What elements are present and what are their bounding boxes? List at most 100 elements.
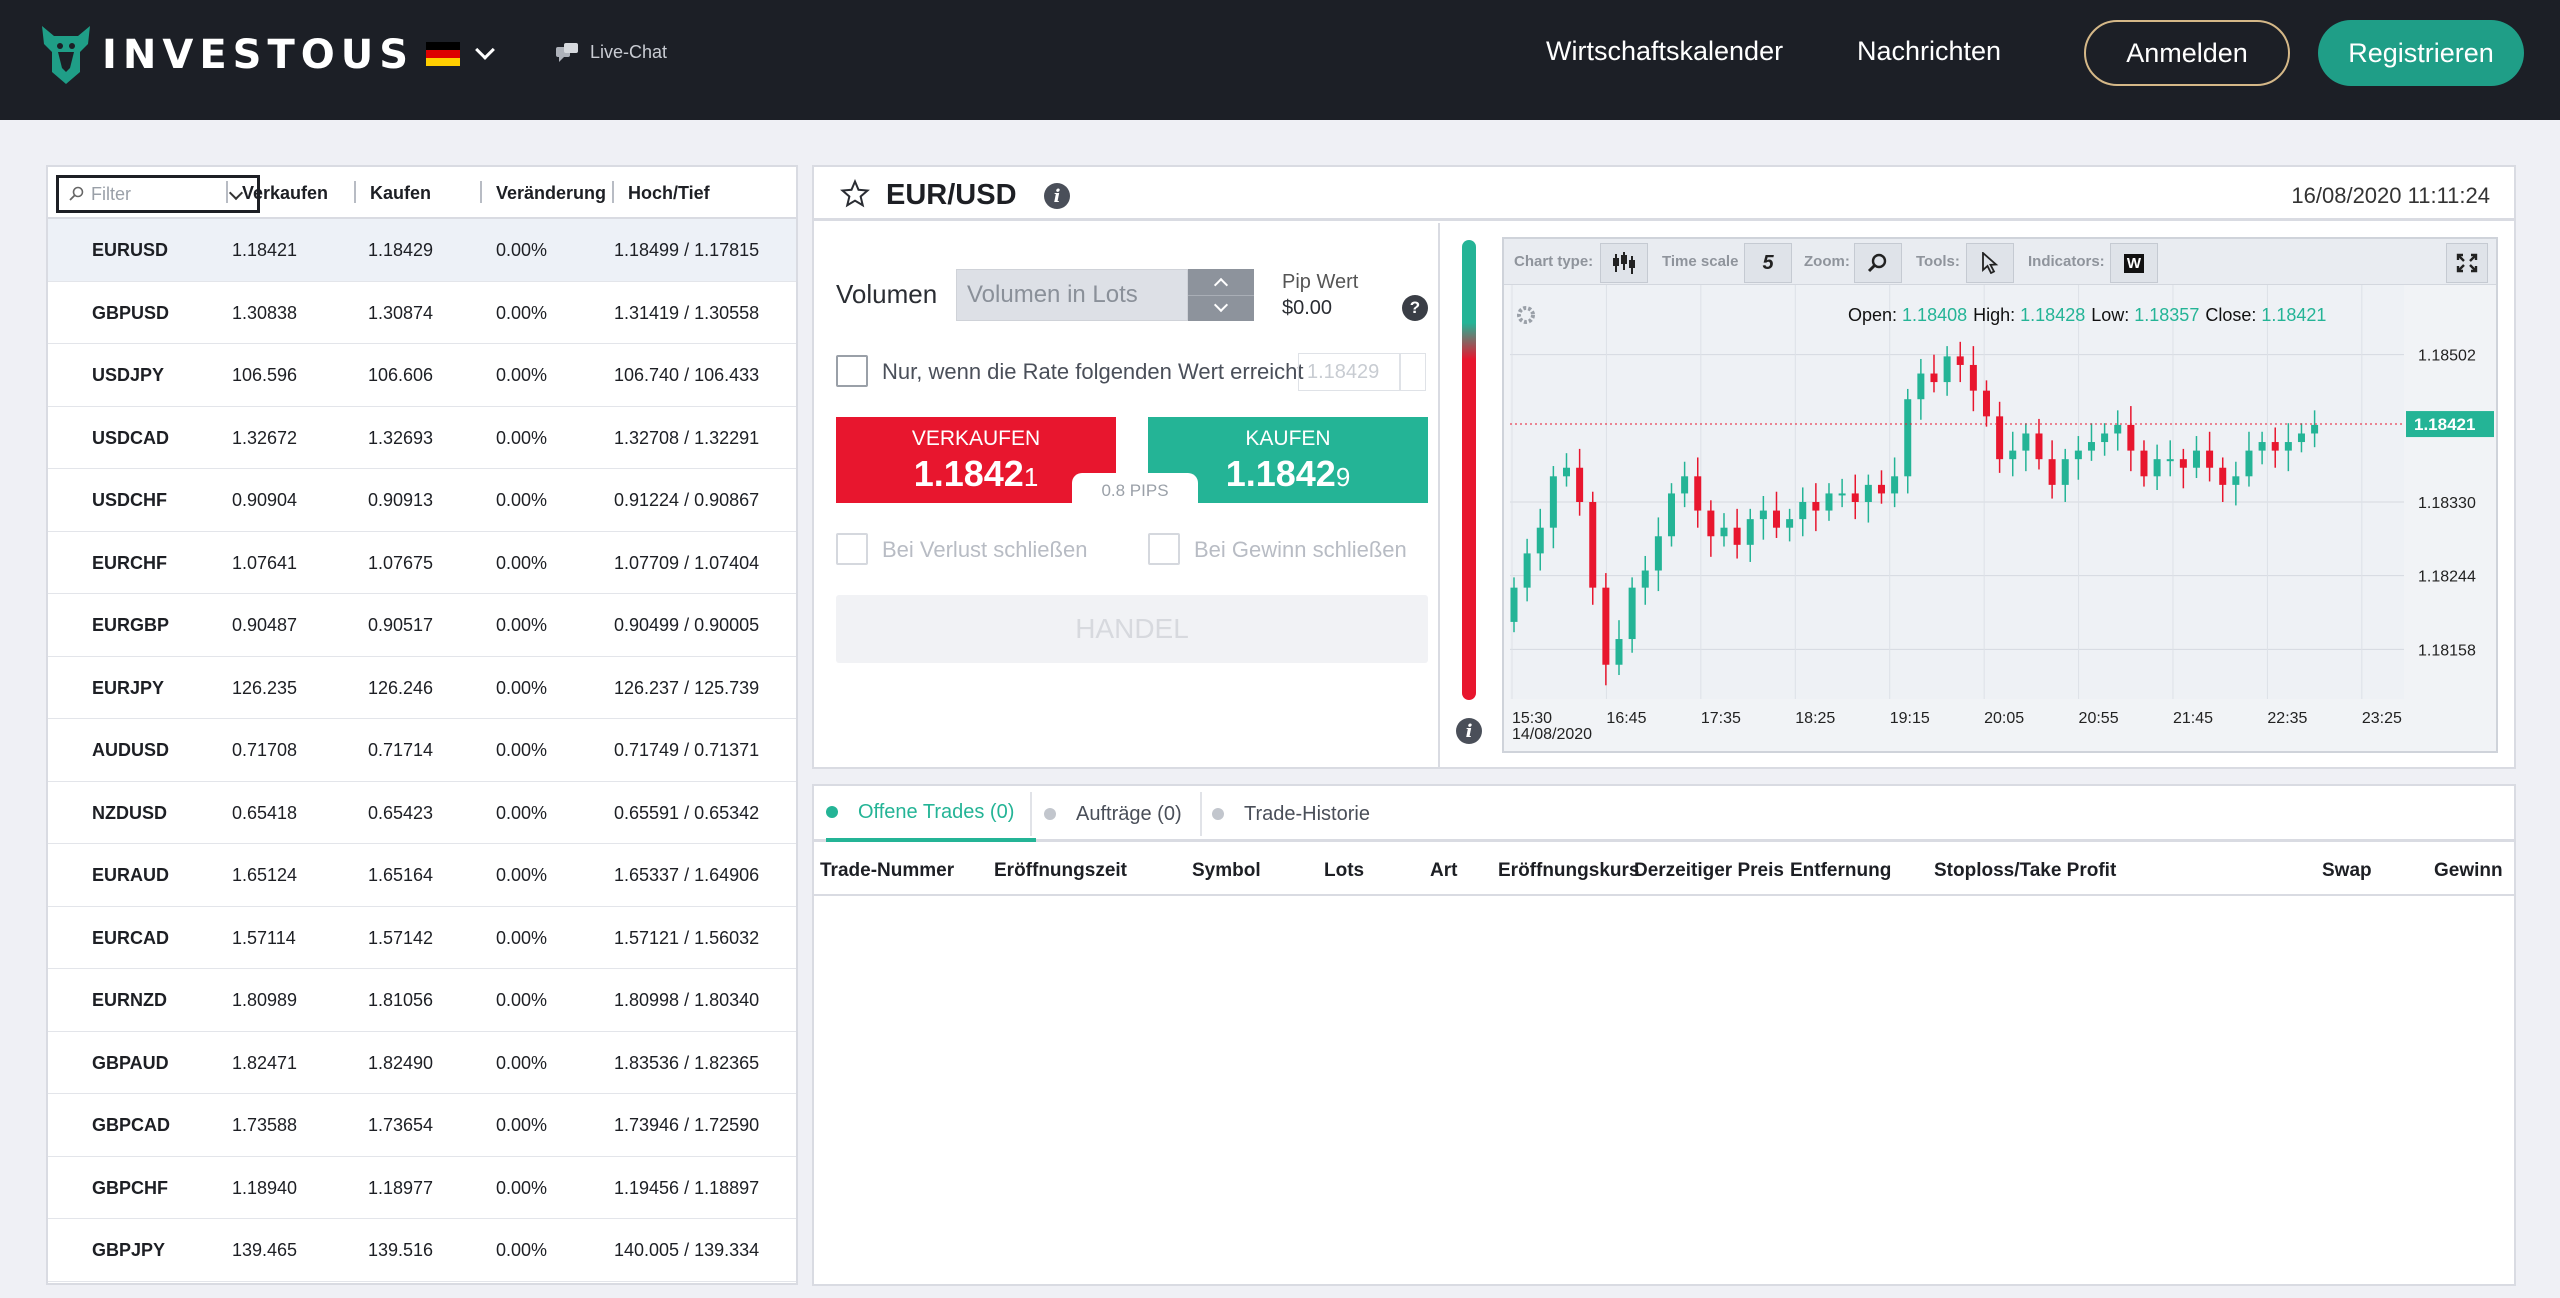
watchlist-row[interactable]: USDJPY 106.596 106.606 0.00% 106.740 / 106.4… (48, 344, 796, 407)
info-icon[interactable]: i (1044, 183, 1070, 209)
decrease-button[interactable] (1188, 296, 1254, 322)
candle[interactable] (2166, 459, 2174, 462)
candle[interactable] (2192, 450, 2200, 468)
candle[interactable] (2271, 442, 2279, 451)
candle[interactable] (1825, 493, 1833, 511)
candle[interactable] (2284, 442, 2292, 451)
watchlist-row[interactable]: EURNZD 1.80989 1.81056 0.00% 1.80998 / 1.803… (48, 969, 796, 1032)
rate-input[interactable]: 1.18429 (1298, 353, 1400, 391)
nav-news[interactable]: Nachrichten (1857, 36, 2001, 67)
candle[interactable] (1576, 467, 1584, 502)
candle[interactable] (1759, 510, 1767, 520)
sentiment-info-icon[interactable]: i (1456, 718, 1482, 744)
candle[interactable] (1799, 502, 1807, 520)
watchlist-row[interactable]: EURGBP 0.90487 0.90517 0.00% 0.90499 / 0.900… (48, 594, 796, 657)
candle[interactable] (1536, 527, 1544, 554)
candle[interactable] (1812, 502, 1820, 511)
col-profit[interactable]: Gewinn (2434, 860, 2503, 882)
indicators-button[interactable]: W (2110, 243, 2158, 283)
candle[interactable] (1720, 527, 1728, 537)
rate-condition-checkbox[interactable] (836, 355, 868, 387)
login-button[interactable]: Anmelden (2084, 20, 2290, 86)
fullscreen-button[interactable] (2446, 243, 2488, 283)
candle[interactable] (2153, 459, 2161, 477)
candle[interactable] (1786, 519, 1794, 528)
candle[interactable] (2061, 459, 2069, 485)
candle[interactable] (1851, 493, 1859, 502)
candle[interactable] (1707, 510, 1715, 537)
tools-button[interactable] (1966, 243, 2014, 283)
candle[interactable] (2219, 467, 2227, 485)
candle[interactable] (1602, 587, 1610, 665)
watchlist-row[interactable]: EURUSD 1.18421 1.18429 0.00% 1.18499 / 1.178… (48, 219, 796, 282)
candle[interactable] (1864, 484, 1872, 502)
candle[interactable] (1681, 476, 1689, 494)
candle[interactable] (1549, 476, 1557, 528)
candle[interactable] (2311, 424, 2319, 434)
candle[interactable] (2179, 459, 2187, 468)
watchlist-row[interactable]: GBPCAD 1.73588 1.73654 0.00% 1.73946 / 1.725… (48, 1094, 796, 1157)
volume-stepper[interactable] (1188, 269, 1254, 321)
candlestick-type-button[interactable] (1600, 243, 1648, 283)
watchlist-row[interactable]: EURAUD 1.65124 1.65164 0.00% 1.65337 / 1.649… (48, 844, 796, 907)
column-buy[interactable]: Kaufen (370, 183, 431, 204)
brand-logo[interactable]: INVESTOUS (36, 22, 414, 88)
filter-dropdown[interactable]: Filter (56, 175, 260, 213)
candle[interactable] (2035, 433, 2043, 460)
candle[interactable] (2140, 450, 2148, 477)
candle[interactable] (1589, 502, 1597, 588)
col-distance[interactable]: Entfernung (1790, 860, 1891, 882)
candle[interactable] (1641, 570, 1649, 588)
candle[interactable] (1523, 553, 1531, 588)
trade-submit-button[interactable]: HANDEL (836, 595, 1428, 663)
candle[interactable] (2074, 450, 2082, 460)
col-open-time[interactable]: Eröffnungszeit (994, 860, 1127, 882)
stop-loss-checkbox[interactable] (836, 533, 868, 565)
candle[interactable] (1654, 536, 1662, 571)
column-high-low[interactable]: Hoch/Tief (628, 183, 710, 204)
candle[interactable] (1694, 476, 1702, 511)
watchlist-row[interactable]: GBPCHF 1.18940 1.18977 0.00% 1.19456 / 1.188… (48, 1157, 796, 1219)
watchlist-row[interactable]: EURJPY 126.235 126.246 0.00% 126.237 / 125.7… (48, 657, 796, 719)
col-open-price[interactable]: Eröffnungskurs (1498, 860, 1639, 882)
language-selector[interactable] (426, 40, 495, 66)
col-lots[interactable]: Lots (1324, 860, 1364, 882)
column-sell[interactable]: Verkaufen (242, 183, 328, 204)
candle[interactable] (1746, 519, 1754, 545)
candle[interactable] (1996, 416, 2004, 460)
candlestick-plot[interactable]: 1.18502 1.18330 1.18244 1.18158 15:30 16:45 17… (1504, 285, 2496, 751)
rate-stepper[interactable] (1400, 353, 1426, 391)
watchlist-row[interactable]: AUDUSD 0.71708 0.71714 0.00% 0.71749 / 0.713… (48, 719, 796, 782)
tab-trade-history[interactable]: Trade-Historie (1212, 786, 1370, 842)
register-button[interactable]: Registrieren (2318, 20, 2524, 86)
candle[interactable] (1667, 493, 1675, 537)
candle[interactable] (1930, 373, 1938, 383)
watchlist-row[interactable]: USDCHF 0.90904 0.90913 0.00% 0.91224 / 0.908… (48, 469, 796, 532)
col-sl-tp[interactable]: Stoploss/Take Profit (1934, 860, 2116, 882)
candle[interactable] (1772, 510, 1780, 528)
col-current-price[interactable]: Derzeitiger Preis (1634, 860, 1784, 882)
candle[interactable] (2245, 450, 2253, 477)
candle[interactable] (2127, 424, 2135, 451)
watchlist-row[interactable]: EURCAD 1.57114 1.57142 0.00% 1.57121 / 1.560… (48, 907, 796, 969)
favorite-star-icon[interactable] (840, 179, 870, 209)
candle[interactable] (1562, 467, 1570, 477)
price-chart[interactable]: Chart type: Time scale 5 Zoom: Tools: In… (1502, 237, 2498, 753)
live-chat-link[interactable]: Live-Chat (556, 42, 667, 63)
time-scale-button[interactable]: 5 (1744, 243, 1792, 283)
candle[interactable] (2087, 442, 2095, 451)
watchlist-row[interactable]: GBPUSD 1.30838 1.30874 0.00% 1.31419 / 1.305… (48, 282, 796, 344)
candle[interactable] (2206, 450, 2214, 468)
candle[interactable] (2022, 433, 2030, 451)
watchlist-row[interactable]: USDCAD 1.32672 1.32693 0.00% 1.32708 / 1.322… (48, 407, 796, 469)
volume-input[interactable]: Volumen in Lots (956, 269, 1188, 321)
watchlist-row[interactable]: GBPJPY 139.465 139.516 0.00% 140.005 / 139.3… (48, 1219, 796, 1282)
candle[interactable] (1615, 639, 1623, 665)
candle[interactable] (2048, 459, 2056, 485)
candle[interactable] (1956, 356, 1964, 365)
col-swap[interactable]: Swap (2322, 860, 2372, 882)
candle[interactable] (1969, 364, 1977, 391)
candle[interactable] (2297, 433, 2305, 443)
column-change[interactable]: Veränderung (496, 183, 606, 204)
candle[interactable] (1510, 587, 1518, 622)
